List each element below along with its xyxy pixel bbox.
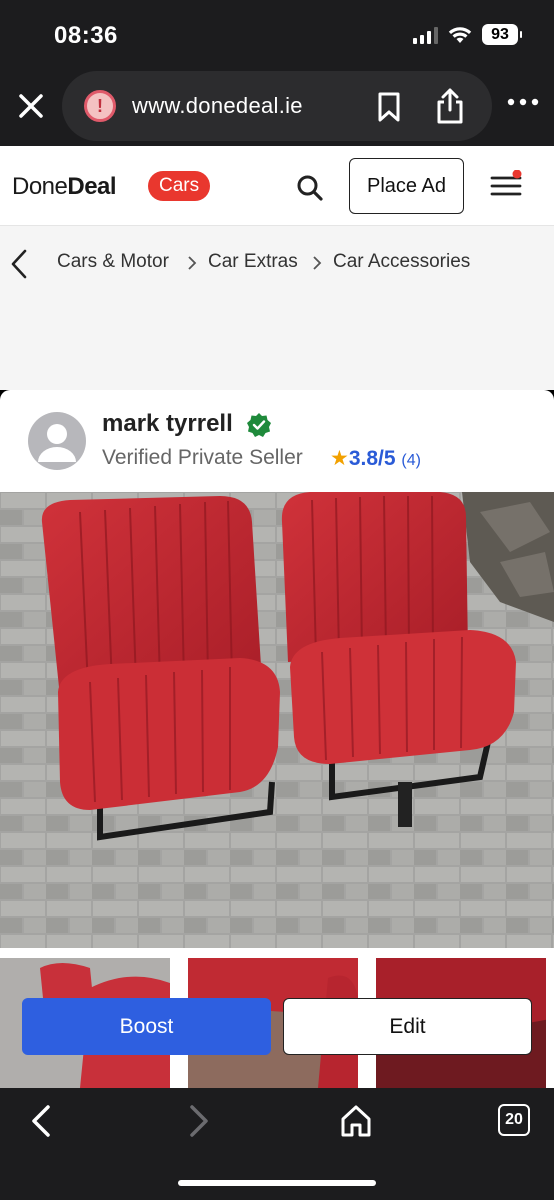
star-icon: ★ (330, 447, 349, 470)
address-bar[interactable]: ! www.donedeal.ie (62, 71, 492, 141)
warning-icon[interactable]: ! (84, 90, 116, 122)
more-icon[interactable] (506, 96, 540, 108)
user-avatar-icon (38, 424, 76, 462)
place-ad-button[interactable]: Place Ad (349, 158, 464, 214)
seller-rating[interactable]: ★3.8/5 (4) (330, 446, 421, 471)
home-indicator (178, 1180, 376, 1186)
logo-text-regular: Done (12, 173, 68, 200)
chevron-right-icon (313, 256, 322, 270)
seller-type: Verified Private Seller (102, 446, 303, 469)
breadcrumb-back-icon[interactable] (8, 248, 30, 280)
wifi-icon (448, 26, 472, 43)
seller-name[interactable]: mark tyrrell (102, 410, 233, 438)
bookmark-icon[interactable] (374, 91, 404, 123)
browser-bottom-bar: 20 (0, 1088, 554, 1200)
site-header: DoneDeal Cars Place Ad (0, 146, 554, 226)
status-time: 08:36 (54, 22, 118, 49)
breadcrumb-item-car-accessories[interactable]: Car Accessories (333, 251, 470, 273)
status-indicators: 93 (413, 24, 522, 45)
browser-top-bar: 08:36 93 ! www.donedeal.ie (0, 0, 554, 146)
search-icon[interactable] (296, 174, 324, 202)
battery-indicator: 93 (482, 24, 522, 45)
red-car-seats-photo (0, 492, 554, 948)
tabs-icon[interactable]: 20 (498, 1104, 530, 1136)
url-text[interactable]: www.donedeal.ie (132, 93, 303, 119)
breadcrumb-item-cars-motor[interactable]: Cars & Motor (57, 251, 169, 273)
listing-main-photo[interactable] (0, 492, 554, 948)
close-icon[interactable] (16, 91, 46, 121)
rating-value: 3.8/5 (348, 447, 396, 470)
logo-text-bold: Deal (67, 173, 117, 200)
cellular-signal-icon (413, 26, 438, 44)
verified-badge-icon (247, 413, 271, 437)
donedeal-logo[interactable]: DoneDeal (12, 173, 117, 201)
edit-button[interactable]: Edit (283, 998, 532, 1055)
forward-icon[interactable] (186, 1104, 212, 1138)
rating-count: (4) (401, 452, 421, 469)
share-icon[interactable] (434, 87, 466, 125)
chevron-right-icon (188, 256, 197, 270)
avatar (28, 412, 86, 470)
cars-badge[interactable]: Cars (148, 171, 211, 201)
breadcrumb-item-car-extras[interactable]: Car Extras (208, 251, 298, 273)
home-icon[interactable] (340, 1104, 372, 1138)
boost-button[interactable]: Boost (22, 998, 271, 1055)
seller-card[interactable]: mark tyrrell Verified Private Seller ★3.… (0, 390, 554, 492)
breadcrumb: Cars & Motor Car Extras Car Accessories (0, 226, 554, 390)
hamburger-menu-icon[interactable] (490, 170, 524, 200)
back-icon[interactable] (28, 1104, 54, 1138)
